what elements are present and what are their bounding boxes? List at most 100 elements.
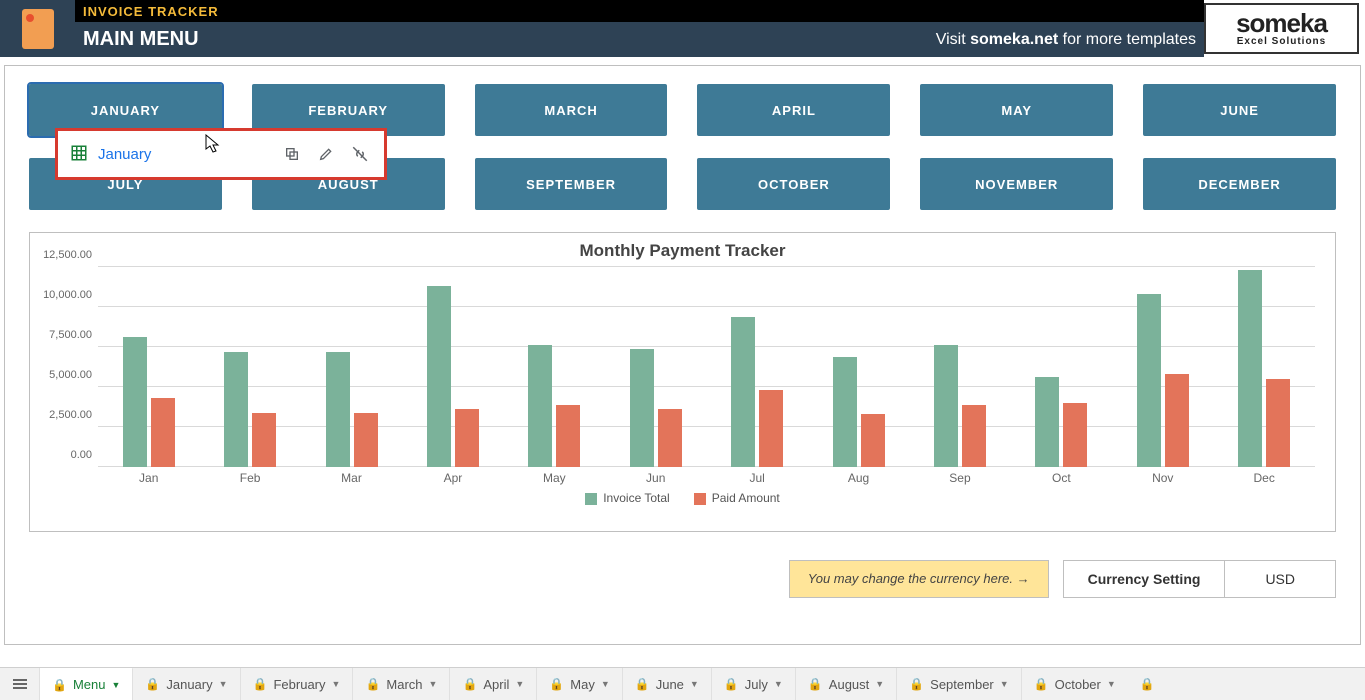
currency-hint: You may change the currency here. → <box>789 560 1049 598</box>
chart-bar-group <box>1236 267 1292 467</box>
sheet-tab-august[interactable]: 🔒August▼ <box>796 668 897 700</box>
bar-paid-amount <box>1063 403 1087 467</box>
currency-setting-value[interactable]: USD <box>1224 561 1335 597</box>
bar-invoice-total <box>1035 377 1059 467</box>
currency-setting-box: Currency Setting USD <box>1063 560 1336 598</box>
chart-x-tick: Sep <box>932 471 988 485</box>
hyperlink-text[interactable]: January <box>98 146 270 163</box>
legend-item-invoice-total: Invoice Total <box>585 491 670 505</box>
chevron-down-icon: ▼ <box>690 679 699 689</box>
chart-bar-group <box>729 267 785 467</box>
sheet-tab-march[interactable]: 🔒March▼ <box>353 668 450 700</box>
chevron-down-icon: ▼ <box>219 679 228 689</box>
bar-paid-amount <box>1266 379 1290 467</box>
bar-paid-amount <box>455 409 479 467</box>
edit-link-button[interactable] <box>314 142 338 166</box>
sheet-tab-label: July <box>745 677 768 692</box>
currency-row: You may change the currency here. → Curr… <box>29 560 1336 598</box>
bar-invoice-total <box>528 345 552 467</box>
sheet-tab-label: March <box>386 677 422 692</box>
sheet-icon <box>70 144 88 165</box>
visit-pre: Visit <box>936 31 970 48</box>
sheet-tab-label: January <box>166 677 212 692</box>
app-title: INVOICE TRACKER <box>75 0 1204 22</box>
legend-swatch-a <box>585 493 597 505</box>
month-button-november[interactable]: NOVEMBER <box>920 158 1113 210</box>
lock-icon: 🔒 <box>1140 677 1155 691</box>
sheet-tab-april[interactable]: 🔒April▼ <box>450 668 537 700</box>
chart-bar-group <box>222 267 278 467</box>
invoice-icon <box>22 9 54 49</box>
lock-icon: 🔒 <box>549 677 564 691</box>
chart-x-tick: Feb <box>222 471 278 485</box>
sheet-tab-february[interactable]: 🔒February▼ <box>241 668 354 700</box>
chart-x-tick: Jul <box>729 471 785 485</box>
chart-x-tick: Mar <box>324 471 380 485</box>
chart-y-tick: 0.00 <box>71 449 98 461</box>
legend-label-b: Paid Amount <box>712 491 780 505</box>
lock-icon: 🔒 <box>724 677 739 691</box>
lock-icon: 🔒 <box>635 677 650 691</box>
bar-paid-amount <box>1165 374 1189 467</box>
chart-y-tick: 5,000.00 <box>49 369 98 381</box>
lock-icon: 🔒 <box>462 677 477 691</box>
sheet-tab-overflow[interactable]: 🔒 <box>1128 668 1167 700</box>
bar-invoice-total <box>934 345 958 467</box>
sheet-tab-january[interactable]: 🔒 January ▼ <box>133 668 240 700</box>
app-logo <box>0 0 75 57</box>
chart-x-tick: Dec <box>1236 471 1292 485</box>
bar-invoice-total <box>833 357 857 467</box>
lock-icon: 🔒 <box>145 677 160 691</box>
sheet-tab-june[interactable]: 🔒June▼ <box>623 668 712 700</box>
sheet-tab-october[interactable]: 🔒October▼ <box>1022 668 1128 700</box>
bar-invoice-total <box>427 286 451 467</box>
chart-y-tick: 10,000.00 <box>43 289 98 301</box>
chart-x-tick: Nov <box>1135 471 1191 485</box>
month-button-december[interactable]: DECEMBER <box>1143 158 1336 210</box>
month-button-september[interactable]: SEPTEMBER <box>475 158 668 210</box>
chart-bar-group <box>932 267 988 467</box>
visit-bold: someka.net <box>970 31 1058 48</box>
chart-bar-group <box>526 267 582 467</box>
lock-icon: 🔒 <box>52 678 67 692</box>
chevron-down-icon: ▼ <box>774 679 783 689</box>
month-button-march[interactable]: MARCH <box>475 84 668 136</box>
sheet-tab-july[interactable]: 🔒 July ▼ <box>712 668 796 700</box>
chart-y-tick: 7,500.00 <box>49 329 98 341</box>
chart-x-tick: Jan <box>121 471 177 485</box>
chevron-down-icon: ▼ <box>429 679 438 689</box>
month-button-june[interactable]: JUNE <box>1143 84 1336 136</box>
month-button-april[interactable]: APRIL <box>697 84 890 136</box>
visit-link[interactable]: Visit someka.net for more templates <box>936 31 1196 49</box>
bar-paid-amount <box>354 413 378 467</box>
chart-y-tick: 12,500.00 <box>43 249 98 261</box>
all-sheets-button[interactable] <box>0 668 40 700</box>
chart-bar-group <box>121 267 177 467</box>
unlink-button[interactable] <box>348 142 372 166</box>
sheet-tab-label: February <box>273 677 325 692</box>
visit-post: for more templates <box>1058 31 1196 48</box>
legend-item-paid-amount: Paid Amount <box>694 491 780 505</box>
chart-title: Monthly Payment Tracker <box>44 241 1321 261</box>
brand-badge: someka Excel Solutions <box>1204 3 1359 54</box>
sheet-tab-menu[interactable]: 🔒Menu▼ <box>40 668 133 700</box>
chart-bar-group <box>425 267 481 467</box>
month-button-october[interactable]: OCTOBER <box>697 158 890 210</box>
bar-paid-amount <box>151 398 175 467</box>
chart-bars <box>98 267 1315 467</box>
sheet-tab-label: May <box>570 677 595 692</box>
main-panel: JANUARY FEBRUARY MARCH APRIL MAY JUNE JU… <box>4 65 1361 645</box>
sheet-tab-september[interactable]: 🔒September▼ <box>897 668 1021 700</box>
sheet-tab-may[interactable]: 🔒May▼ <box>537 668 622 700</box>
bar-paid-amount <box>861 414 885 467</box>
month-button-may[interactable]: MAY <box>920 84 1113 136</box>
bar-paid-amount <box>556 405 580 467</box>
sheet-tab-bar: 🔒Menu▼🔒January▼🔒February▼🔒March▼🔒April▼🔒… <box>0 667 1365 700</box>
bar-invoice-total <box>731 317 755 467</box>
chevron-down-icon: ▼ <box>875 679 884 689</box>
bar-paid-amount <box>962 405 986 467</box>
lock-icon: 🔒 <box>909 677 924 691</box>
copy-link-button[interactable] <box>280 142 304 166</box>
sheet-tab-label: October <box>1055 677 1101 692</box>
bar-paid-amount <box>658 409 682 467</box>
